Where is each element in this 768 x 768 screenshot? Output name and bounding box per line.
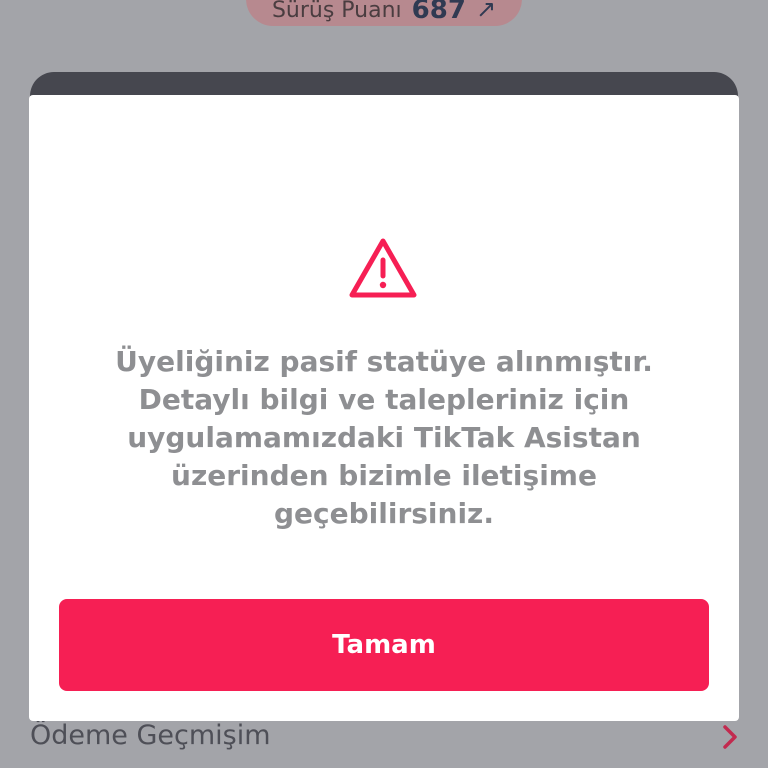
driving-score-label: Sürüş Puanı bbox=[271, 0, 402, 23]
driving-score-value: 687 bbox=[411, 0, 466, 25]
ok-button[interactable]: Tamam bbox=[59, 599, 709, 691]
chevron-right-icon bbox=[723, 725, 737, 749]
alert-message-line: Detaylı bilgi ve talepleriniz için bbox=[138, 383, 630, 416]
driving-score-badge: Sürüş Puanı 687 ↗ bbox=[246, 0, 522, 26]
warning-triangle-icon bbox=[349, 238, 417, 298]
alert-dialog: Üyeliğiniz pasif statüye alınmıştır. Det… bbox=[29, 95, 739, 721]
alert-message-line: üzerinden bizimle iletişime bbox=[171, 459, 597, 492]
alert-message-line: Üyeliğiniz pasif statüye alınmıştır. bbox=[115, 345, 653, 378]
menu-row-label: Ödeme Geçmişim bbox=[30, 720, 271, 751]
alert-message-line: uygulamamızdaki TikTak Asistan bbox=[127, 421, 641, 454]
alert-message-line: geçebilirsiniz. bbox=[274, 497, 494, 530]
alert-message: Üyeliğiniz pasif statüye alınmıştır. Det… bbox=[69, 343, 699, 533]
trend-up-arrow-icon: ↗ bbox=[475, 0, 497, 23]
